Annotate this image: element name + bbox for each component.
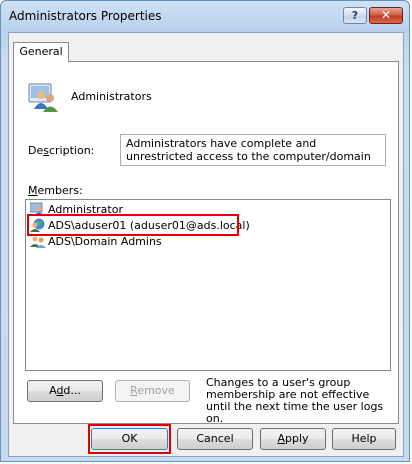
title-bar[interactable]: Administrators Properties ? ✕ [1, 1, 409, 31]
cancel-button[interactable]: Cancel [177, 428, 253, 450]
window-title: Administrators Properties [9, 9, 162, 23]
user-group-icon [28, 83, 58, 112]
members-label: Members: [28, 184, 83, 197]
domain-group-icon [30, 236, 46, 248]
close-button[interactable]: ✕ [369, 7, 403, 24]
ok-highlight-box [88, 424, 171, 454]
tab-general[interactable]: General [13, 42, 69, 62]
general-panel: Administrators Description: Administrato… [13, 61, 399, 425]
properties-dialog: Administrators Properties ? ✕ General Ad… [0, 0, 410, 462]
help-button[interactable]: Help [332, 428, 396, 450]
apply-button[interactable]: Apply [260, 428, 326, 450]
membership-note: Changes to a user's group membership are… [206, 376, 384, 425]
members-list[interactable]: Administrator ADS\aduser01 (aduser01@ads… [25, 199, 391, 371]
description-label: Description: [28, 144, 95, 157]
dialog-client: General Administrators Description: Admi… [8, 32, 404, 457]
question-mark-icon: ? [351, 9, 359, 22]
help-title-button[interactable]: ? [343, 7, 367, 24]
add-button[interactable]: Add... [27, 380, 103, 402]
member-name: ADS\Domain Admins [48, 234, 162, 248]
remove-button[interactable]: Remove [115, 380, 190, 402]
member-highlight-box [27, 214, 239, 236]
close-icon: ✕ [380, 8, 392, 22]
description-field[interactable]: Administrators have complete and unrestr… [120, 134, 386, 166]
group-name: Administrators [71, 90, 152, 103]
